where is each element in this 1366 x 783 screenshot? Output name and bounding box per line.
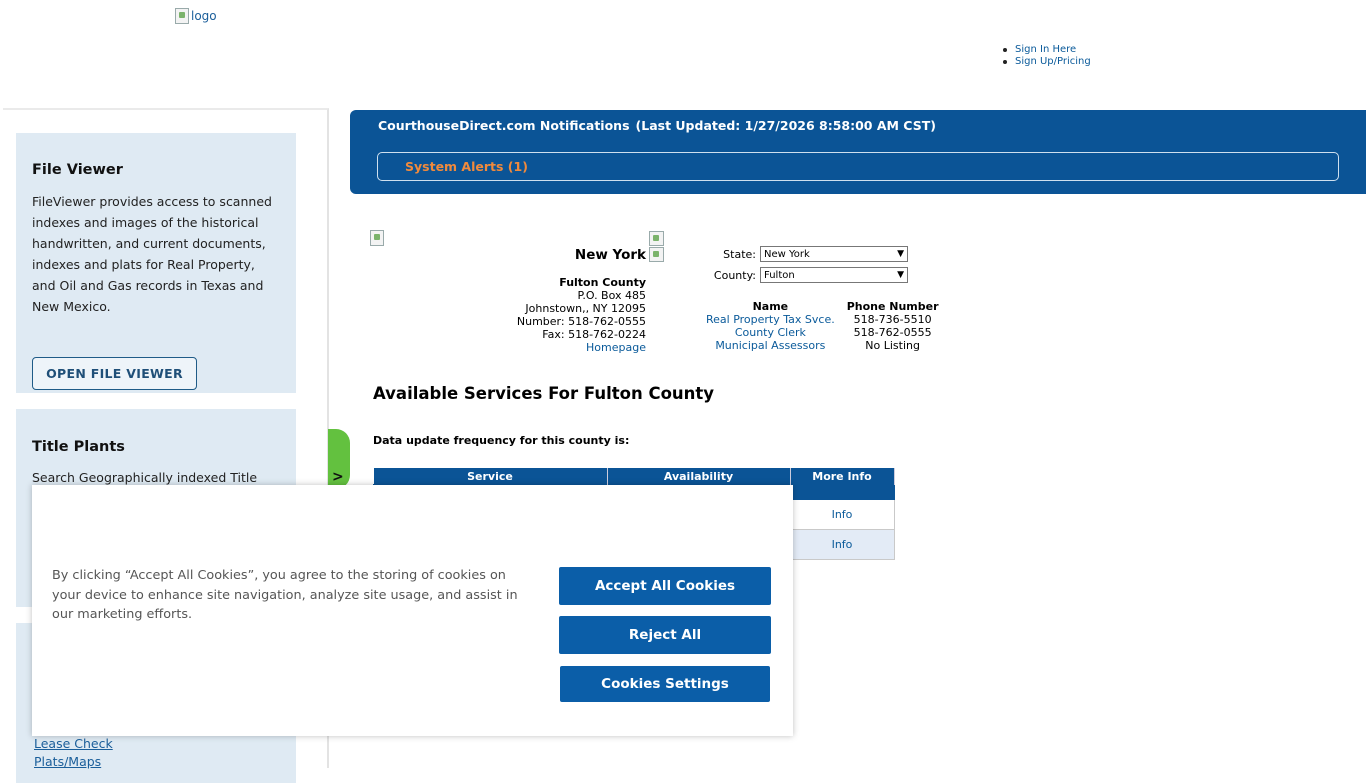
state-select[interactable]: New York ▼ bbox=[760, 246, 908, 262]
contact-link[interactable]: Real Property Tax Svce. bbox=[706, 313, 835, 326]
logo-image-icon bbox=[175, 8, 189, 24]
chevron-down-icon: ▼ bbox=[897, 270, 904, 280]
cookies-settings-button[interactable]: Cookies Settings bbox=[560, 666, 770, 702]
site-logo[interactable]: logo bbox=[175, 8, 217, 24]
contacts-header-phone: Phone Number bbox=[846, 300, 939, 313]
open-file-viewer-button[interactable]: OPEN FILE VIEWER bbox=[32, 357, 197, 390]
county-select[interactable]: Fulton ▼ bbox=[760, 267, 908, 283]
sidebar-toggle-tab[interactable]: > bbox=[328, 429, 350, 489]
cookie-consent-banner: By clicking “Accept All Cookies”, you ag… bbox=[32, 485, 793, 736]
file-viewer-title: File Viewer bbox=[32, 162, 123, 178]
last-updated: (Last Updated: 1/27/2026 8:58:00 AM CST) bbox=[635, 118, 936, 133]
sign-in-link[interactable]: Sign In Here bbox=[1015, 44, 1076, 56]
file-viewer-description: FileViewer provides access to scanned in… bbox=[32, 194, 272, 314]
cookie-consent-text: By clicking “Accept All Cookies”, you ag… bbox=[52, 568, 518, 622]
info-link[interactable]: Info bbox=[832, 538, 853, 551]
lease-check-link[interactable]: Lease Check bbox=[34, 735, 113, 753]
contact-link[interactable]: County Clerk bbox=[735, 326, 806, 339]
chevron-right-icon: > bbox=[332, 469, 344, 485]
state-flag-images bbox=[649, 231, 664, 262]
system-alerts-label: System Alerts (1) bbox=[405, 159, 528, 174]
chevron-down-icon: ▼ bbox=[897, 249, 904, 259]
state-seal-image bbox=[370, 230, 384, 250]
services-header-service: Service bbox=[373, 468, 608, 485]
sign-up-pricing-link[interactable]: Sign Up/Pricing bbox=[1015, 56, 1091, 68]
update-frequency: Data update frequency for this county is… bbox=[373, 434, 630, 447]
state-select-row: State: New York ▼ bbox=[708, 246, 908, 262]
broken-image-icon bbox=[370, 230, 384, 246]
state-name: New York bbox=[574, 247, 646, 263]
contact-row: Real Property Tax Svce. 518-736-5510 bbox=[706, 313, 932, 326]
broken-image-icon bbox=[649, 231, 664, 246]
broken-image-icon bbox=[649, 247, 664, 262]
state-label: State: bbox=[723, 247, 756, 261]
services-header-more-info: More Info bbox=[790, 468, 895, 485]
system-alerts-toggle[interactable]: System Alerts (1) bbox=[377, 152, 1339, 181]
county-contacts: Name Phone Number Real Property Tax Svce… bbox=[700, 300, 945, 352]
notifications-title: CourthouseDirect.com Notifications (Last … bbox=[378, 118, 936, 133]
info-link[interactable]: Info bbox=[832, 508, 853, 521]
logo-alt-text: logo bbox=[191, 9, 217, 23]
title-plants-title: Title Plants bbox=[32, 439, 125, 455]
county-name: Fulton County bbox=[559, 276, 646, 289]
county-address: Fulton County P.O. Box 485 Johnstown,, N… bbox=[470, 276, 646, 354]
county-select-row: County: Fulton ▼ bbox=[708, 267, 908, 283]
account-links: Sign In Here Sign Up/Pricing bbox=[1003, 44, 1091, 68]
services-header-availability: Availability bbox=[607, 468, 791, 485]
accept-all-cookies-button[interactable]: Accept All Cookies bbox=[559, 567, 771, 605]
contact-link[interactable]: Municipal Assessors bbox=[715, 339, 825, 352]
contacts-header-name: Name bbox=[752, 300, 789, 313]
contact-row: Municipal Assessors No Listing bbox=[715, 339, 920, 352]
plats-maps-link[interactable]: Plats/Maps bbox=[34, 753, 113, 771]
services-title: Available Services For Fulton County bbox=[373, 384, 715, 403]
reject-all-cookies-button[interactable]: Reject All bbox=[559, 616, 771, 654]
notifications-panel: CourthouseDirect.com Notifications (Last … bbox=[350, 110, 1366, 194]
contact-row: County Clerk 518-762-0555 bbox=[734, 326, 932, 339]
homepage-link[interactable]: Homepage bbox=[586, 341, 646, 354]
county-label: County: bbox=[713, 268, 756, 282]
file-viewer-card: File Viewer FileViewer provides access t… bbox=[16, 133, 296, 393]
